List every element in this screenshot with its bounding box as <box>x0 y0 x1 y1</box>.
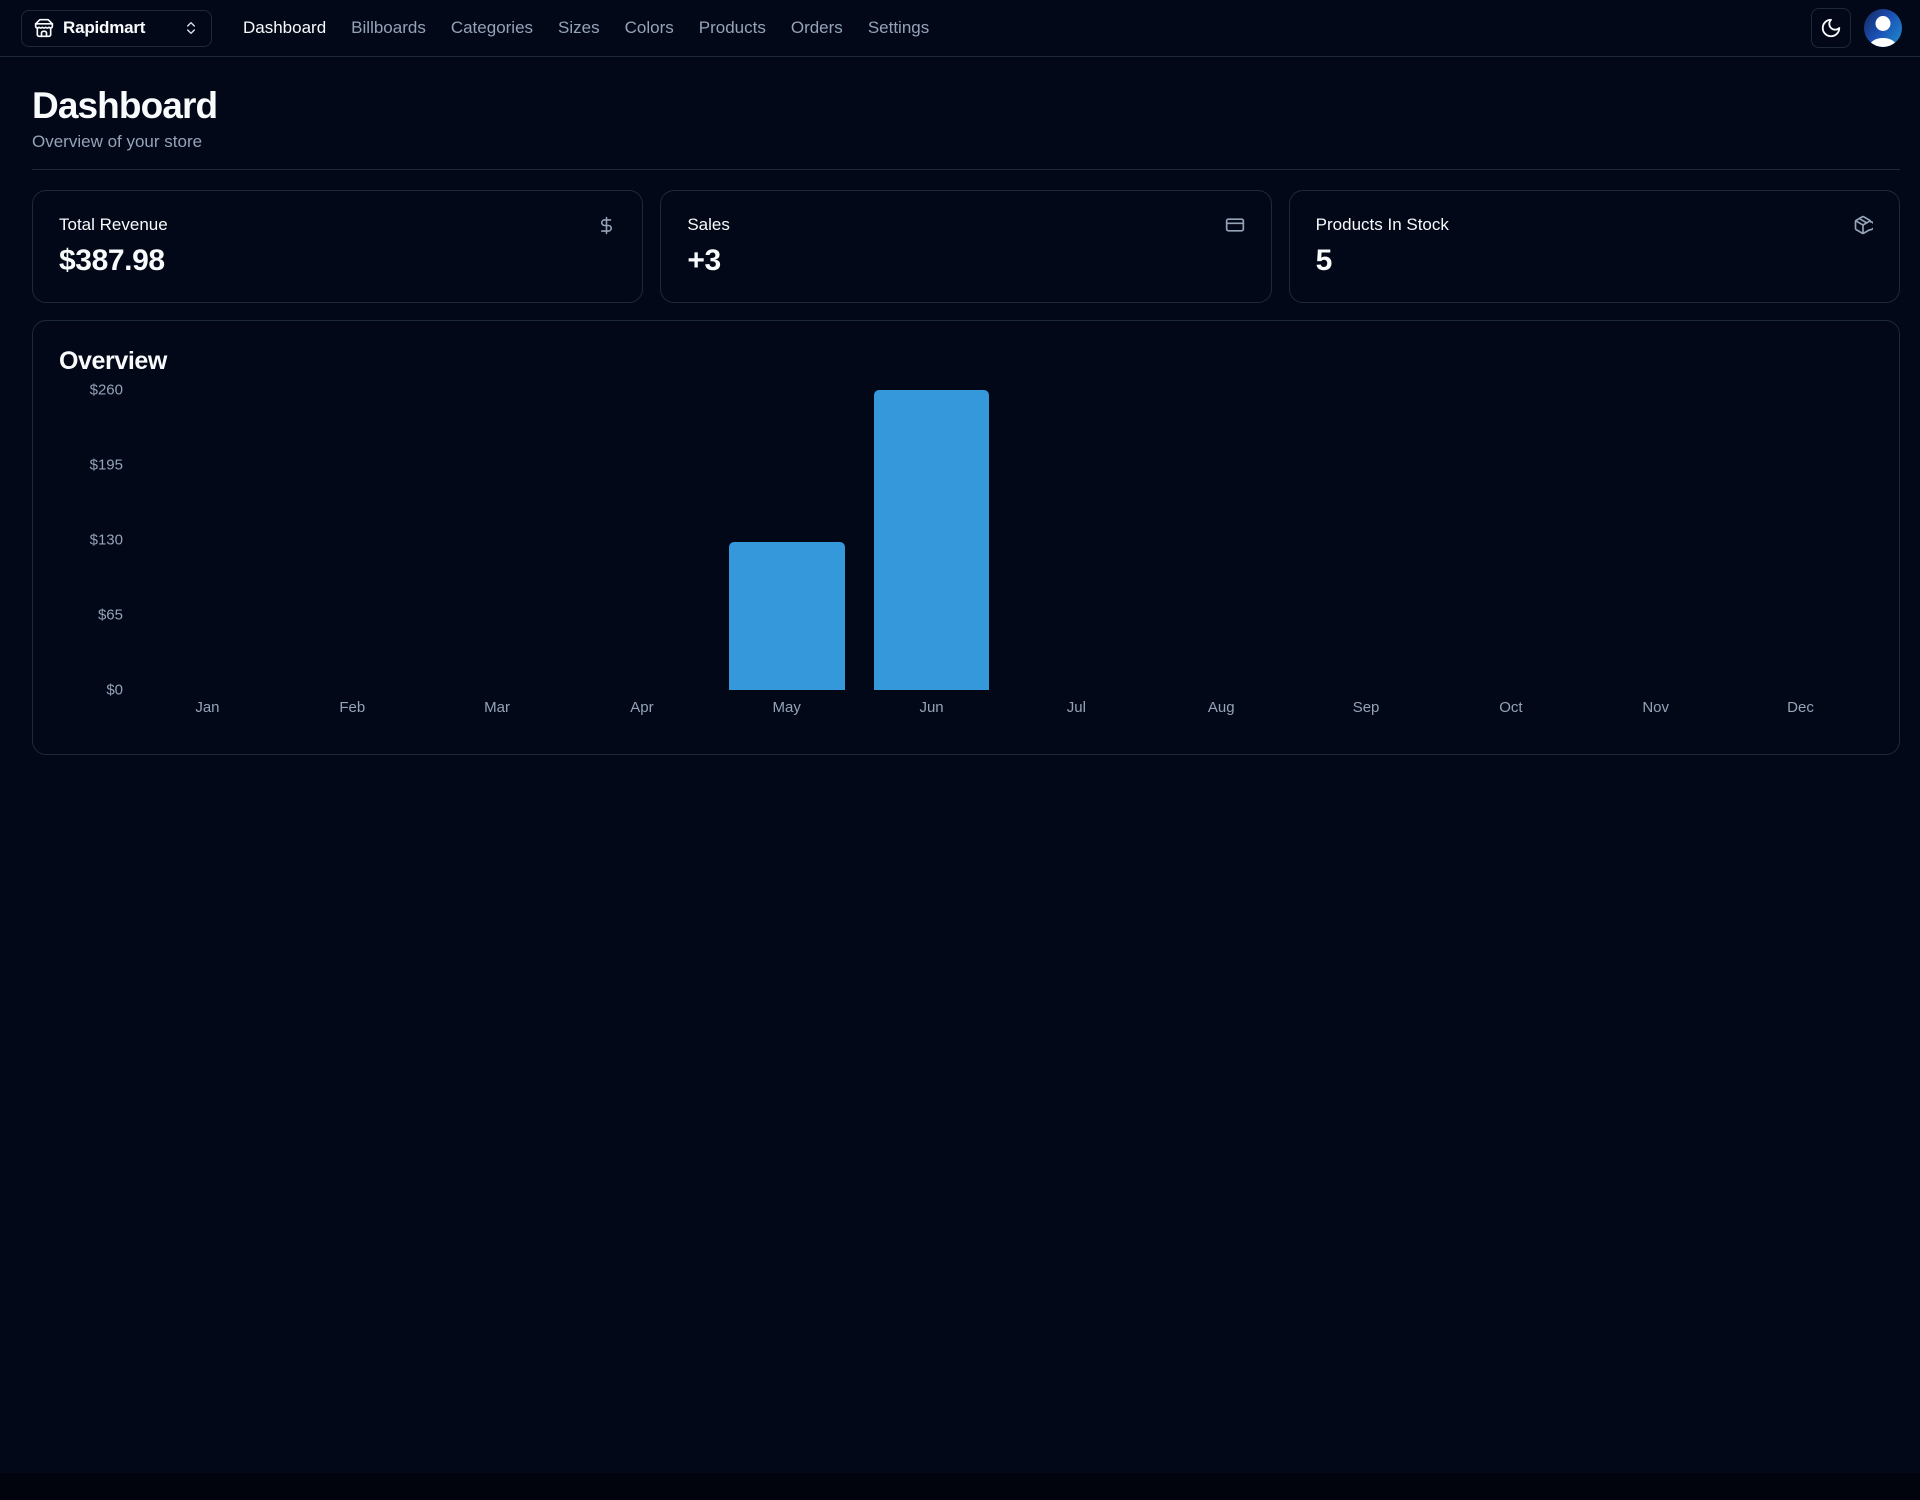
main-content: Dashboard Overview of your store Total R… <box>0 57 1920 755</box>
chart-slot-jan <box>135 390 280 690</box>
y-axis-tick-label: $260 <box>89 381 123 399</box>
overview-bar-chart: $0 $65 $130 $195 $260 Jan Feb Mar Apr May Jun Jul A… <box>59 382 1873 728</box>
chart-title: Overview <box>59 347 167 375</box>
x-axis-tick-label: Jun <box>919 699 944 716</box>
theme-toggle-button[interactable] <box>1811 8 1851 48</box>
chart-slot-aug <box>1149 390 1294 690</box>
stat-label: Sales <box>687 215 730 234</box>
package-icon <box>1853 215 1873 235</box>
nav-item-products[interactable]: Products <box>699 18 766 38</box>
credit-card-icon <box>1225 215 1245 235</box>
stat-value: 5 <box>1315 244 1333 277</box>
store-icon <box>34 18 54 38</box>
navbar-right <box>1811 8 1902 48</box>
chart-slot-feb <box>280 390 425 690</box>
y-axis-tick-label: $130 <box>89 531 123 549</box>
chart-slot-nov <box>1583 390 1728 690</box>
nav-item-dashboard[interactable]: Dashboard <box>243 18 326 38</box>
x-axis-tick-label: Jul <box>1066 699 1086 716</box>
x-axis-tick-label: Dec <box>1787 699 1814 716</box>
stat-label: Products In Stock <box>1315 215 1449 234</box>
x-axis-tick-label: Jan <box>195 699 220 716</box>
chart-slot-dec <box>1728 390 1873 690</box>
x-axis-tick-label: Nov <box>1642 699 1670 716</box>
dollar-sign-icon <box>597 216 616 235</box>
avatar-head-shape <box>1875 16 1891 31</box>
x-axis-tick-label: Sep <box>1352 699 1380 716</box>
stat-card-header: Products In Stock <box>1316 215 1873 235</box>
nav-item-sizes[interactable]: Sizes <box>558 18 600 38</box>
stats-row: Total Revenue $387.98 Sales +3 Products In S… <box>32 190 1900 303</box>
x-axis-tick-label: Oct <box>1499 699 1523 716</box>
chart-plot-wrap: Jan Feb Mar Apr May Jun Jul Aug Sep Oct Nov Dec <box>135 390 1873 728</box>
avatar-torso-shape <box>1869 38 1897 47</box>
separator <box>32 169 1900 170</box>
store-name: Rapidmart <box>63 18 146 37</box>
nav-item-categories[interactable]: Categories <box>451 18 533 38</box>
nav-item-billboards[interactable]: Billboards <box>351 18 426 38</box>
chevrons-up-down-icon <box>183 20 199 36</box>
x-axis-tick-label: Apr <box>630 699 654 716</box>
chart-slot-apr <box>569 390 714 690</box>
chart-plot-area <box>135 390 1873 690</box>
nav-item-orders[interactable]: Orders <box>791 18 843 38</box>
chart-slot-sep <box>1294 390 1439 690</box>
chart-slot-may <box>714 390 859 690</box>
stat-value: +3 <box>687 244 721 277</box>
user-avatar[interactable] <box>1864 9 1902 47</box>
stat-card-products-in-stock: Products In Stock 5 <box>1288 190 1900 303</box>
stat-card-total-revenue: Total Revenue $387.98 <box>32 190 644 303</box>
y-axis-tick-label: $195 <box>89 456 123 474</box>
store-switcher-button[interactable]: Rapidmart <box>21 9 212 47</box>
chart-slot-mar <box>425 390 570 690</box>
app-page: Rapidmart Dashboard Billboards Categories S… <box>0 0 1920 1473</box>
y-axis-tick-label: $65 <box>97 606 123 624</box>
main-nav: Dashboard Billboards Categories Sizes Colors… <box>243 18 929 38</box>
page-title: Dashboard <box>32 85 218 126</box>
x-axis-tick-label: Mar <box>484 699 510 716</box>
nav-item-colors[interactable]: Colors <box>625 18 674 38</box>
stat-card-header: Sales <box>687 215 1244 235</box>
top-navbar: Rapidmart Dashboard Billboards Categories S… <box>0 0 1920 57</box>
chart-slot-oct <box>1438 390 1583 690</box>
page-subtitle: Overview of your store <box>32 132 203 151</box>
moon-icon <box>1820 17 1842 39</box>
x-axis-tick-label: Feb <box>339 699 366 716</box>
stat-card-header: Total Revenue <box>59 215 616 235</box>
bar-may <box>728 542 845 690</box>
stat-label: Total Revenue <box>59 215 168 234</box>
stat-value: $387.98 <box>59 244 165 277</box>
stat-card-sales: Sales +3 <box>660 190 1272 303</box>
nav-item-settings[interactable]: Settings <box>868 18 929 38</box>
x-axis-tick-label: Aug <box>1207 699 1235 716</box>
x-axis-tick-label: May <box>772 699 801 716</box>
chart-slot-jul <box>1004 390 1149 690</box>
chart-slot-jun <box>859 390 1004 690</box>
bar-jun <box>873 390 990 690</box>
y-axis-tick-label: $0 <box>106 681 123 699</box>
chart-x-axis: Jan Feb Mar Apr May Jun Jul Aug Sep Oct Nov Dec <box>135 699 1873 728</box>
overview-card: Overview $0 $65 $130 $195 $260 Jan Feb Mar Apr M… <box>32 320 1900 755</box>
chart-y-axis: $0 $65 $130 $195 $260 <box>59 382 135 699</box>
